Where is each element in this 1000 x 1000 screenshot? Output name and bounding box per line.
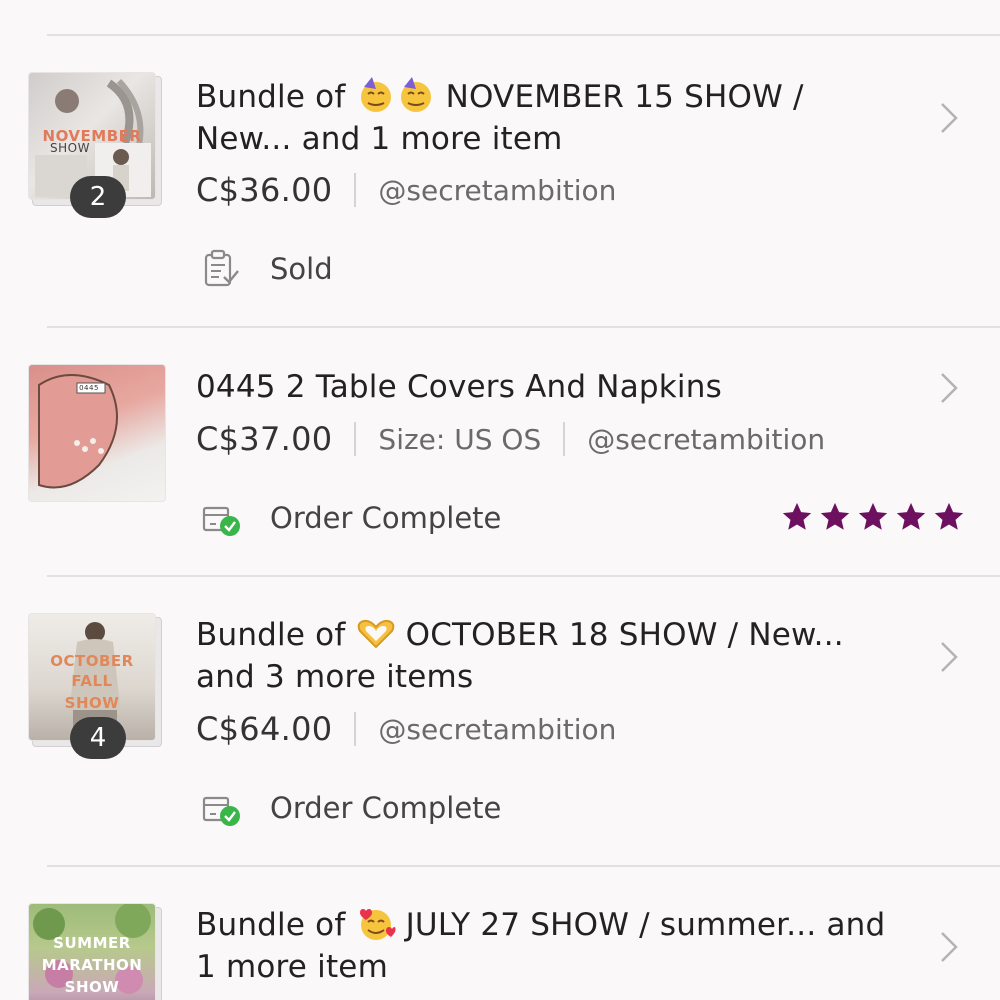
seller-handle[interactable]: @secretambition: [378, 174, 616, 207]
order-row-3[interactable]: OCTOBER FALL SHOW 4 Bundle of OCTOBER 18…: [0, 577, 1000, 867]
star-icon: [934, 502, 964, 530]
star-icon: [820, 502, 850, 530]
title-prefix: Bundle of: [196, 907, 346, 943]
thumbnail-caption-3: SHOW: [64, 694, 120, 712]
order-status: Order Complete: [200, 788, 501, 828]
star-icon: [782, 502, 812, 530]
meta-separator: [354, 173, 357, 207]
partying-face-emoji: [360, 77, 391, 112]
partying-face-emoji: [400, 77, 431, 112]
title-suffix: OCTOBER 18 SHOW / New...: [405, 617, 844, 653]
rating-stars: [780, 500, 966, 534]
title-prefix: Bundle of: [196, 617, 346, 653]
thumbnail-caption-1: OCTOBER: [50, 652, 134, 670]
order-meta: C$37.00 Size: US OS @secretambition: [196, 419, 825, 459]
box-check-icon: [202, 796, 240, 826]
thumbnail-caption-2: SHOW: [50, 141, 90, 155]
order-row-1[interactable]: NOVEMBER SHOW 2 Bundle of NOVEMBER 15 SH…: [0, 36, 1000, 328]
item-count-badge: 4: [70, 717, 126, 759]
thumbnail-image: SUMMER MARATHON SHOW: [28, 903, 156, 1000]
title-line-2: New... and 1 more item: [196, 121, 563, 157]
order-price: C$36.00: [196, 171, 333, 209]
order-status: Order Complete: [200, 498, 501, 538]
heart-hands-emoji: [357, 619, 394, 649]
order-thumbnail: OCTOBER FALL SHOW 4: [28, 613, 162, 759]
order-price: C$64.00: [196, 710, 333, 748]
meta-separator: [354, 422, 357, 456]
order-meta: C$64.00 @secretambition: [196, 709, 616, 749]
status-label: Order Complete: [270, 791, 502, 825]
order-title[interactable]: 0445 2 Table Covers And Napkins: [196, 366, 916, 408]
size-label: Size: US OS: [378, 422, 542, 456]
thumbnail-caption-2: MARATHON: [41, 956, 143, 974]
chevron-right-icon[interactable]: [938, 639, 960, 675]
thumbnail-caption-2: FALL: [71, 672, 113, 690]
order-thumbnail: 0445: [28, 364, 166, 502]
meta-separator: [354, 712, 357, 746]
chevron-right-icon[interactable]: [938, 100, 960, 136]
star-icon: [896, 502, 926, 530]
order-row-2[interactable]: 0445 0445 2 Table Covers And Napkins C$3…: [0, 328, 1000, 577]
order-row-4[interactable]: SUMMER MARATHON SHOW Bundle of JULY 27 S…: [0, 867, 1000, 1000]
thumbnail-caption-1: 0445: [79, 384, 99, 392]
order-thumbnail: SUMMER MARATHON SHOW: [28, 903, 162, 1000]
order-title[interactable]: Bundle of NOVEMBER 15 SHOW / New... and …: [196, 76, 916, 160]
order-price: C$37.00: [196, 420, 333, 458]
box-check-icon: [202, 506, 240, 536]
star-icon: [858, 502, 888, 530]
title-suffix: NOVEMBER 15 SHOW /: [445, 79, 804, 115]
meta-separator: [563, 422, 566, 456]
status-label: Order Complete: [270, 501, 502, 535]
order-meta: C$36.00 @secretambition: [196, 170, 616, 210]
thumbnail-image: 0445: [28, 364, 166, 502]
thumbnail-caption-3: SHOW: [64, 978, 120, 996]
chevron-right-icon[interactable]: [938, 929, 960, 965]
order-thumbnail: NOVEMBER SHOW 2: [28, 72, 162, 218]
item-count-badge: 2: [70, 176, 126, 218]
title-line-2: 1 more item: [196, 949, 388, 985]
seller-handle[interactable]: @secretambition: [587, 423, 825, 456]
order-title[interactable]: Bundle of JULY 27 SHOW / summer... and 1…: [196, 904, 916, 988]
order-title[interactable]: Bundle of OCTOBER 18 SHOW / New... and 3…: [196, 614, 916, 698]
title-suffix: JULY 27 SHOW / summer... and: [405, 907, 886, 943]
title-prefix: Bundle of: [196, 79, 346, 115]
chevron-right-icon[interactable]: [938, 370, 960, 406]
thumbnail-caption-1: SUMMER: [53, 934, 131, 952]
smiling-face-with-hearts-emoji: [359, 909, 396, 940]
seller-handle[interactable]: @secretambition: [378, 713, 616, 746]
clipboard-check-icon: [204, 249, 239, 287]
title-line-2: and 3 more items: [196, 659, 474, 695]
status-label: Sold: [270, 252, 333, 286]
order-status: Sold: [200, 249, 333, 289]
